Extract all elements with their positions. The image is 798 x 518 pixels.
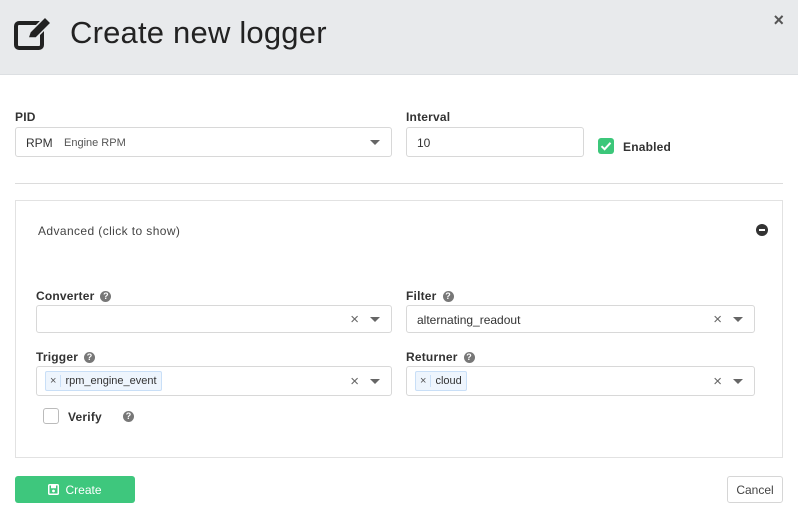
verify-checkbox[interactable] <box>43 408 59 424</box>
returner-label: Returner? <box>406 350 475 364</box>
enabled-checkbox[interactable] <box>598 138 614 154</box>
interval-value: 10 <box>417 136 431 150</box>
chevron-down-icon[interactable] <box>370 379 380 384</box>
returner-label-text: Returner <box>406 350 458 364</box>
filter-label: Filter? <box>406 289 454 303</box>
chevron-down-icon[interactable] <box>733 379 743 384</box>
pid-code: RPM <box>26 136 53 150</box>
divider <box>15 183 783 184</box>
converter-label-text: Converter <box>36 289 95 303</box>
filter-select[interactable]: alternating_readout × <box>406 305 755 333</box>
chevron-down-icon[interactable] <box>370 317 380 322</box>
enabled-label: Enabled <box>623 140 672 154</box>
edit-icon <box>14 17 52 50</box>
save-icon <box>48 484 60 495</box>
interval-input[interactable]: 10 <box>406 127 584 157</box>
chevron-down-icon[interactable] <box>370 140 380 145</box>
chevron-down-icon[interactable] <box>733 317 743 322</box>
tag-remove-icon[interactable]: × <box>46 375 62 387</box>
trigger-label-text: Trigger <box>36 350 79 364</box>
help-icon[interactable]: ? <box>100 291 112 303</box>
help-icon[interactable]: ? <box>84 352 96 364</box>
pid-label: PID <box>15 110 36 124</box>
clear-icon[interactable]: × <box>713 373 722 390</box>
filter-label-text: Filter <box>406 289 437 303</box>
interval-label: Interval <box>406 110 451 124</box>
clear-icon[interactable]: × <box>713 311 722 328</box>
collapse-icon[interactable] <box>756 224 768 236</box>
create-button[interactable]: Create <box>15 476 135 503</box>
filter-value: alternating_readout <box>417 313 521 327</box>
trigger-tag: × rpm_engine_event <box>45 371 162 391</box>
trigger-tag-label: rpm_engine_event <box>65 375 157 387</box>
check-icon <box>600 142 612 151</box>
pid-description: Engine RPM <box>64 137 126 149</box>
help-icon[interactable]: ? <box>123 411 134 422</box>
help-icon[interactable]: ? <box>442 291 454 303</box>
clear-icon[interactable]: × <box>350 311 359 328</box>
dialog-title: Create new logger <box>70 15 327 50</box>
dialog-header: Create new logger × <box>0 0 798 75</box>
cancel-button[interactable]: Cancel <box>727 476 783 503</box>
trigger-label: Trigger? <box>36 350 96 364</box>
returner-tag: × cloud <box>415 371 467 391</box>
verify-label: Verify <box>68 410 102 424</box>
converter-select[interactable]: × <box>36 305 392 333</box>
trigger-select[interactable]: × rpm_engine_event × <box>36 366 392 396</box>
advanced-toggle[interactable]: Advanced (click to show) <box>38 224 180 238</box>
tag-remove-icon[interactable]: × <box>416 375 432 387</box>
help-icon[interactable]: ? <box>463 352 475 364</box>
create-label: Create <box>65 482 102 497</box>
pid-select[interactable]: RPM Engine RPM <box>15 127 392 157</box>
returner-select[interactable]: × cloud × <box>406 366 755 396</box>
clear-icon[interactable]: × <box>350 373 359 390</box>
returner-tag-label: cloud <box>435 375 462 387</box>
converter-label: Converter? <box>36 289 112 303</box>
close-icon[interactable]: × <box>773 10 784 31</box>
